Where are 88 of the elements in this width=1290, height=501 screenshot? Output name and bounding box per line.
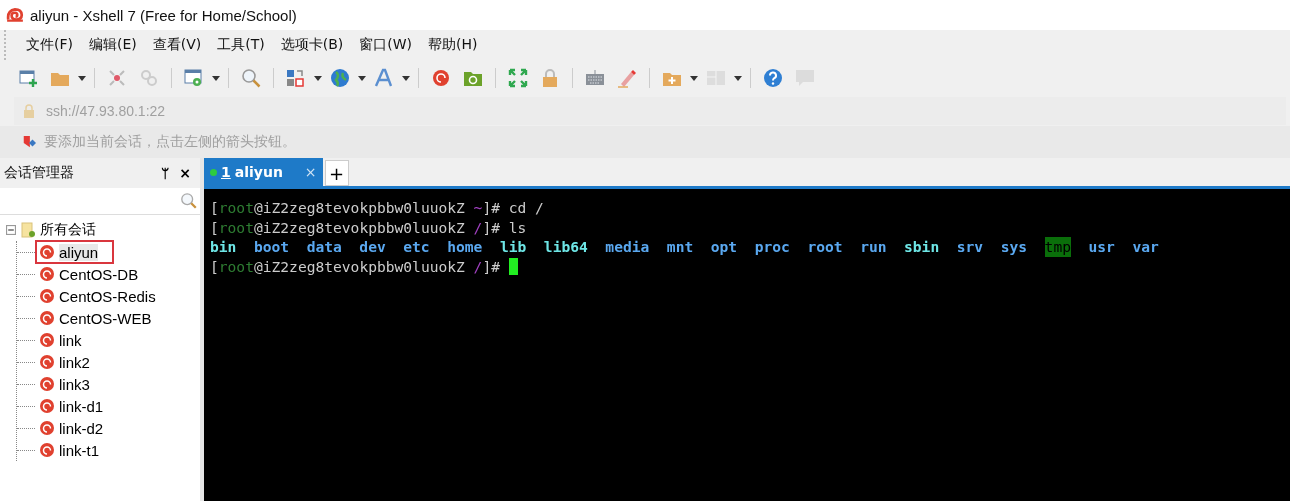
lock-icon[interactable] [540, 68, 560, 88]
snail-icon [39, 332, 55, 348]
folder-icon [20, 222, 36, 238]
snail-icon [39, 442, 55, 458]
directory-name: boot [253, 237, 290, 257]
command-text: cd / [508, 198, 544, 218]
session-item[interactable]: CentOS-WEB [35, 306, 156, 330]
session-item[interactable]: aliyun [35, 240, 115, 264]
new-session-icon[interactable] [18, 68, 38, 88]
font-icon[interactable] [374, 68, 394, 88]
globe-icon[interactable] [330, 68, 350, 88]
directory-name: sbin [904, 237, 940, 257]
pen-icon[interactable] [617, 68, 637, 88]
menu-item[interactable]: 帮助(H) [420, 36, 486, 54]
directory-name: sys [1000, 237, 1028, 257]
session-item[interactable]: link-t1 [35, 438, 103, 462]
layout-icon[interactable] [286, 68, 306, 88]
prompt: [root@iZ2zeg8tevokpbbw0luuokZ ~]# [210, 198, 500, 218]
caret-icon[interactable] [314, 75, 322, 81]
directory-name: tmp [1044, 237, 1071, 257]
directory-name: data [306, 237, 342, 257]
snail-icon [6, 6, 24, 24]
command-text: ls [508, 217, 527, 237]
directory-name: dev [359, 237, 386, 257]
tree-item[interactable]: 所有会话 [40, 221, 96, 239]
terminal[interactable]: [root@iZ2zeg8tevokpbbw0luuokZ ~]# cd / [root@iZ2zeg8tevokpbbw0luuokZ /]# ls bin boot data dev etc home lib lib64 media mnt opt proc root run sbin srv sys tmp usr var [root@iZ2zeg8tevokpbbw0luuokZ /]# [204, 189, 1290, 501]
directory-name: opt [710, 237, 738, 257]
close-button[interactable]: × [304, 164, 317, 180]
directory-name: lib [499, 237, 527, 257]
snail-icon [39, 398, 55, 414]
snail-icon [39, 420, 55, 436]
menu-item[interactable]: 编辑(E) [81, 36, 145, 54]
directory-name: var [1132, 237, 1159, 257]
flag-icon [22, 135, 36, 149]
directory-name: usr [1088, 237, 1115, 257]
help-icon[interactable] [763, 68, 783, 88]
search-icon[interactable] [241, 68, 261, 88]
session-item[interactable]: link2 [35, 350, 94, 374]
snail-icon [39, 354, 55, 370]
caret-icon[interactable] [358, 75, 366, 81]
directory-name: lib64 [543, 237, 588, 257]
add-tab-button[interactable]: + [324, 160, 349, 186]
lock-icon [22, 104, 36, 118]
directory-name: run [860, 237, 887, 257]
keyboard-icon[interactable] [585, 68, 605, 88]
session-item[interactable]: link [35, 328, 86, 352]
menu-item[interactable]: 工具(T) [209, 36, 273, 54]
session-item[interactable]: CentOS-DB [35, 262, 143, 286]
search-icon [180, 192, 198, 210]
window-gear-icon[interactable] [184, 68, 204, 88]
panel-title: 会话管理器 [4, 164, 75, 182]
directory-name: root [807, 237, 843, 257]
hint-text: 要添加当前会话，点击左侧的箭头按钮。 [44, 133, 296, 151]
caret-icon[interactable] [734, 75, 742, 81]
session-item[interactable]: link-d2 [35, 416, 108, 440]
caret-icon[interactable] [78, 75, 86, 81]
directory-name: mnt [666, 237, 694, 257]
caret-icon[interactable] [402, 75, 410, 81]
prompt: [root@iZ2zeg8tevokpbbw0luuokZ /]# [210, 256, 500, 276]
directory-name: media [605, 237, 650, 257]
menu-item[interactable]: 文件(F) [18, 36, 81, 54]
caret-icon[interactable] [690, 75, 698, 81]
snail-icon [39, 266, 55, 282]
session-item[interactable]: CentOS-Redis [35, 284, 160, 308]
menu-item[interactable]: 选项卡(B) [272, 36, 352, 54]
caret-icon[interactable] [212, 75, 220, 81]
session-tab[interactable]: 1 aliyun × [204, 158, 323, 186]
directory-name: etc [403, 237, 430, 257]
snail-icon [39, 376, 55, 392]
fullscreen-icon[interactable] [508, 68, 528, 88]
directory-name: proc [754, 237, 790, 257]
menu-item[interactable]: 窗口(W) [351, 36, 421, 54]
session-item[interactable]: link3 [35, 372, 94, 396]
directory-name: srv [956, 237, 984, 257]
directory-name: bin [210, 237, 237, 257]
snail-icon[interactable] [431, 68, 451, 88]
disconnect-icon[interactable] [107, 68, 127, 88]
snail-icon [39, 310, 55, 326]
session-item[interactable]: link-d1 [35, 394, 108, 418]
close-button[interactable]: × [174, 165, 196, 181]
snail-icon [39, 244, 55, 260]
pin-button[interactable]: ᛘ [156, 165, 175, 181]
window-title: aliyun - Xshell 7 (Free for Home/School) [30, 6, 297, 24]
collapse-toggle[interactable] [6, 225, 16, 235]
prompt: [root@iZ2zeg8tevokpbbw0luuokZ /]# [210, 217, 500, 237]
directory-name: home [447, 237, 483, 257]
snail-icon [39, 288, 55, 304]
menu-item[interactable]: 查看(V) [144, 36, 210, 54]
